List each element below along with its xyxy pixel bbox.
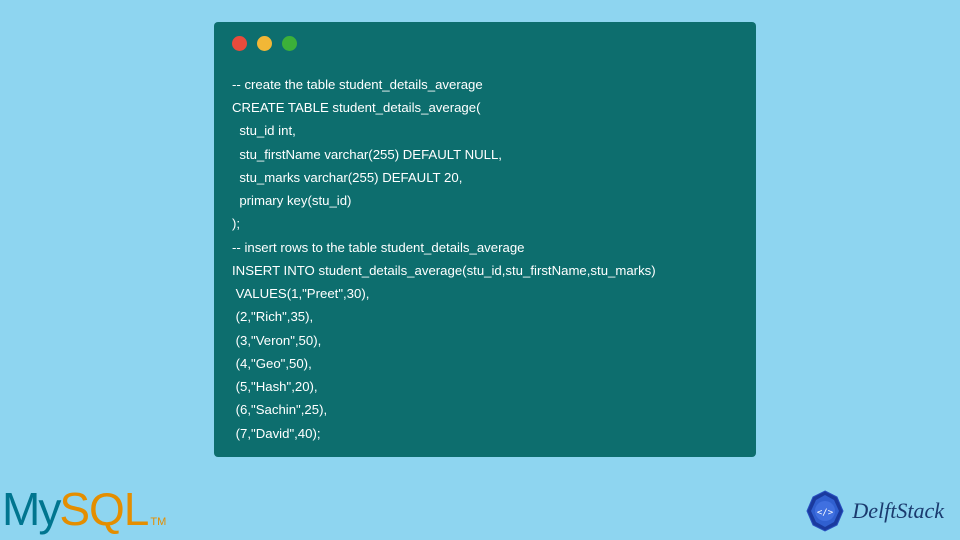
mysql-tm-text: TM	[150, 516, 166, 528]
svg-text:</>: </>	[817, 508, 834, 518]
code-content: -- create the table student_details_aver…	[232, 73, 738, 445]
close-dot-icon	[232, 36, 247, 51]
mysql-logo: MySQLTM	[2, 482, 166, 536]
code-window: -- create the table student_details_aver…	[214, 22, 756, 457]
delftstack-icon: </>	[804, 490, 846, 532]
delftstack-text: DelftStack	[852, 498, 944, 524]
minimize-dot-icon	[257, 36, 272, 51]
window-controls	[232, 36, 738, 51]
delftstack-logo: </> DelftStack	[804, 490, 944, 532]
mysql-sql-text: SQL	[59, 482, 148, 536]
maximize-dot-icon	[282, 36, 297, 51]
mysql-my-text: My	[2, 482, 59, 536]
